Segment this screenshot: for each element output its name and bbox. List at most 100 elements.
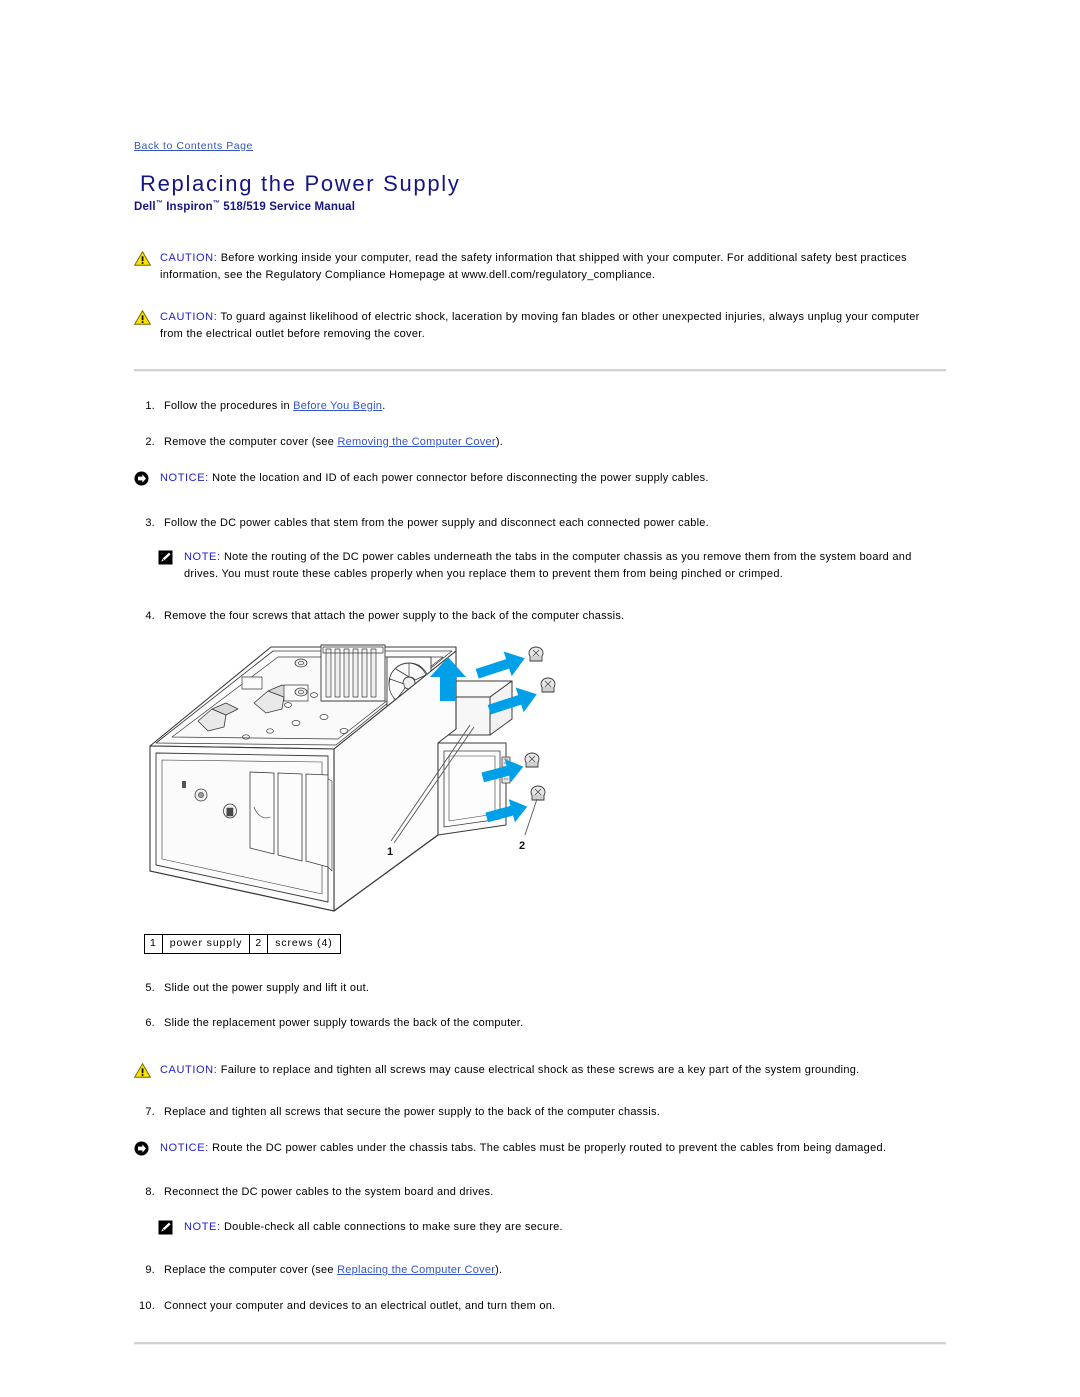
note-block-2-text: NOTE: Double-check all cable connections… <box>184 1219 946 1236</box>
note-pencil-icon <box>158 1220 173 1235</box>
legend-label-2: screws (4) <box>267 933 341 954</box>
notice-arrow-icon-wrap <box>134 470 160 486</box>
step-9: 9. Replace the computer cover (see Repla… <box>134 1262 946 1279</box>
step-1-number: 1. <box>145 400 155 413</box>
step-6-number: 6. <box>145 1017 155 1030</box>
document-content: Back to Contents Page Replacing the Powe… <box>134 136 946 1346</box>
back-to-contents-link-row: Back to Contents Page <box>134 136 946 154</box>
step-6-text: Slide the replacement power supply towar… <box>164 1017 524 1030</box>
note-pencil-icon <box>158 550 173 565</box>
screw-2 <box>540 677 556 692</box>
note-label-2: NOTE: <box>184 1220 221 1233</box>
notice-block-2-text: NOTICE: Route the DC power cables under … <box>160 1140 946 1157</box>
page-subtitle: Dell™ Inspiron™ 518/519 Service Manual <box>134 200 946 213</box>
table-row: 1 power supply 2 screws (4) <box>144 933 341 954</box>
caution-block-3: CAUTION: Failure to replace and tighten … <box>134 1062 946 1079</box>
notice-block-2: NOTICE: Route the DC power cables under … <box>134 1140 946 1157</box>
notice-arrow-icon-wrap <box>134 1140 160 1156</box>
step-5-text: Slide out the power supply and lift it o… <box>164 981 370 994</box>
note-pencil-icon-wrap <box>158 549 184 565</box>
step-4-text: Remove the four screws that attach the p… <box>164 610 625 623</box>
subtitle-rest: 518/519 Service Manual <box>219 201 356 214</box>
arrow-screw-1 <box>475 650 525 678</box>
notice-body-2: Route the DC power cables under the chas… <box>208 1141 887 1154</box>
note-block-1: NOTE: Note the routing of the DC power c… <box>158 549 946 582</box>
step-1-text: Follow the procedures in Before You Begi… <box>164 398 946 415</box>
step-1: 1. Follow the procedures in Before You B… <box>134 398 946 415</box>
link-before-you-begin[interactable]: Before You Begin <box>293 400 382 412</box>
caution-body-2: To guard against likelihood of electric … <box>160 311 920 340</box>
step-8: 8. Reconnect the DC power cables to the … <box>134 1184 946 1201</box>
step-5-number: 5. <box>145 981 155 994</box>
step-9-number: 9. <box>145 1264 155 1277</box>
step-5: 5. Slide out the power supply and lift i… <box>134 980 946 997</box>
step-6: 6. Slide the replacement power supply to… <box>134 1015 946 1032</box>
caution-block-2: CAUTION: To guard against likelihood of … <box>134 309 946 342</box>
step-10-number: 10. <box>138 1299 155 1312</box>
step-10-text: Connect your computer and devices to an … <box>164 1299 556 1312</box>
notice-block-1-text: NOTICE: Note the location and ID of each… <box>160 470 946 487</box>
note-block-2: NOTE: Double-check all cable connections… <box>158 1219 946 1236</box>
document-page: Back to Contents Page Replacing the Powe… <box>0 0 1080 1397</box>
caution-label-1: CAUTION: <box>160 252 218 265</box>
step-1-post: . <box>382 400 386 413</box>
step-7-number: 7. <box>145 1106 155 1119</box>
callout-label-1: 1 <box>387 846 393 858</box>
page-title: Replacing the Power Supply <box>140 171 461 196</box>
caution-body-1: Before working inside your computer, rea… <box>160 252 907 281</box>
step-3-text: Follow the DC power cables that stem fro… <box>164 516 709 529</box>
step-7-text: Replace and tighten all screws that secu… <box>164 1106 661 1119</box>
note-pencil-icon-wrap <box>158 1219 184 1235</box>
step-9-pre: Replace the computer cover (see <box>164 1264 338 1277</box>
screws-group <box>524 646 556 800</box>
divider-top <box>134 369 946 373</box>
note-body-2: Double-check all cable connections to ma… <box>220 1220 563 1233</box>
step-2-text: Remove the computer cover (see Removing … <box>164 434 946 451</box>
step-4: 4. Remove the four screws that attach th… <box>134 608 946 625</box>
caution-label-2: CAUTION: <box>160 311 218 324</box>
notice-arrow-icon <box>134 471 149 486</box>
callout-label-2: 2 <box>519 840 525 852</box>
notice-label-1: NOTICE: <box>160 472 209 485</box>
step-3: 3. Follow the DC power cables that stem … <box>134 515 946 532</box>
step-4-number: 4. <box>145 610 155 623</box>
warning-triangle-icon <box>134 1062 151 1078</box>
caution-block-2-text: CAUTION: To guard against likelihood of … <box>160 309 946 342</box>
subtitle-brand: Dell <box>134 201 156 214</box>
figure-legend-table: 1 power supply 2 screws (4) <box>144 933 341 954</box>
screw-1 <box>528 646 544 661</box>
step-9-post: ). <box>495 1264 503 1277</box>
step-8-text: Reconnect the DC power cables to the sys… <box>164 1186 494 1199</box>
step-7: 7. Replace and tighten all screws that s… <box>134 1104 946 1121</box>
warning-triangle-icon <box>134 251 151 266</box>
divider-bottom <box>134 1342 946 1346</box>
back-to-contents-link[interactable]: Back to Contents Page <box>134 140 253 152</box>
link-removing-the-computer-cover[interactable]: Removing the Computer Cover <box>337 436 495 448</box>
screw-4 <box>530 785 546 800</box>
legend-index-1: 1 <box>144 933 163 954</box>
step-2: 2. Remove the computer cover (see Removi… <box>134 434 946 451</box>
caution-block-1-text: CAUTION: Before working inside your comp… <box>160 250 946 283</box>
note-body-1: Note the routing of the DC power cables … <box>184 551 912 580</box>
caution-block-1: CAUTION: Before working inside your comp… <box>134 250 946 283</box>
step-8-number: 8. <box>145 1186 155 1199</box>
notice-arrow-icon <box>134 1141 149 1156</box>
subtitle-product: Inspiron <box>162 201 213 214</box>
step-3-number: 3. <box>145 516 155 529</box>
step-1-pre: Follow the procedures in <box>164 400 294 413</box>
warning-triangle-icon <box>134 310 151 325</box>
caution-block-3-text: CAUTION: Failure to replace and tighten … <box>160 1062 946 1079</box>
warning-triangle-icon-wrap <box>134 250 160 266</box>
step-2-number: 2. <box>145 435 155 448</box>
notice-block-1: NOTICE: Note the location and ID of each… <box>134 470 946 487</box>
chassis-diagram: 1 2 <box>149 644 556 912</box>
legend-label-1: power supply <box>161 933 251 954</box>
note-label-1: NOTE: <box>184 551 221 564</box>
link-replacing-the-computer-cover[interactable]: Replacing the Computer Cover <box>337 1264 495 1276</box>
figure-power-supply-removal: 1 2 1 power supply 2 screws (4) <box>138 639 946 954</box>
legend-index-2: 2 <box>249 933 269 954</box>
step-9-text: Replace the computer cover (see Replacin… <box>164 1262 946 1279</box>
screw-3 <box>524 752 540 767</box>
note-block-1-text: NOTE: Note the routing of the DC power c… <box>184 549 946 582</box>
warning-triangle-icon-wrap <box>134 309 160 325</box>
